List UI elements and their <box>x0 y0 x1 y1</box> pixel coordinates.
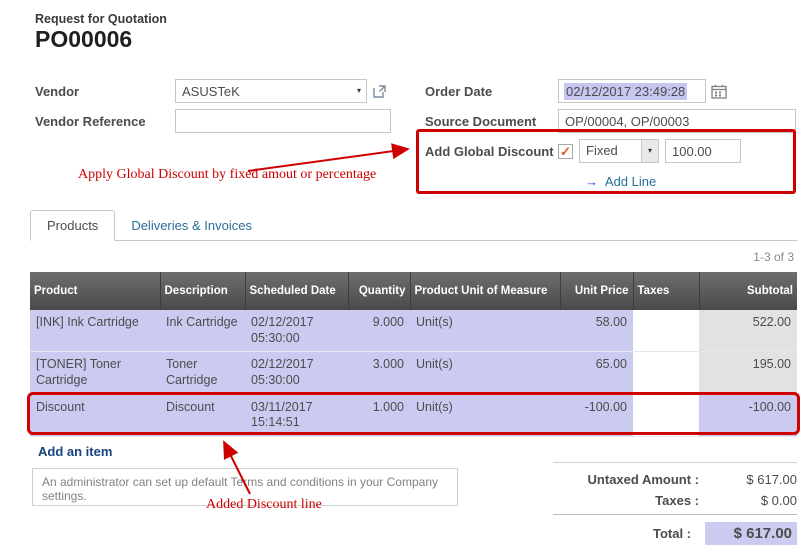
cell-uom[interactable]: Unit(s) <box>410 352 560 394</box>
cell-description[interactable]: Toner Cartridge <box>160 352 245 394</box>
col-header-uom: Product Unit of Measure <box>410 272 560 310</box>
cell-subtotal[interactable]: -100.00 <box>699 394 797 436</box>
cell-uom[interactable]: Unit(s) <box>410 310 560 352</box>
table-row-discount[interactable]: Discount Discount 03/11/2017 15:14:51 1.… <box>30 394 797 436</box>
discount-type-value: Fixed <box>580 140 641 162</box>
cell-quantity[interactable]: 1.000 <box>348 394 410 436</box>
dropdown-button[interactable]: ▾ <box>641 140 658 162</box>
vendor-select[interactable]: ASUSTeK ▾ <box>175 79 367 103</box>
cell-scheduled-date[interactable]: 03/11/2017 15:14:51 <box>245 394 348 436</box>
tab-deliveries-invoices[interactable]: Deliveries & Invoices <box>115 211 268 240</box>
annotation-text-global-discount: Apply Global Discount by fixed amout or … <box>78 167 376 183</box>
form-right-column: Order Date 02/12/2017 23:49:28 Source Do… <box>425 76 800 196</box>
cell-uom[interactable]: Unit(s) <box>410 394 560 436</box>
table-header-row: Product Description Scheduled Date Quant… <box>30 272 797 310</box>
cell-taxes[interactable] <box>633 310 699 352</box>
order-date-input[interactable]: 02/12/2017 23:49:28 <box>558 79 706 103</box>
col-header-subtotal: Subtotal <box>699 272 797 310</box>
cell-subtotal[interactable]: 522.00 <box>699 310 797 352</box>
vendor-value: ASUSTeK <box>182 84 240 99</box>
col-header-unit-price: Unit Price <box>560 272 633 310</box>
order-date-value: 02/12/2017 23:49:28 <box>564 83 687 100</box>
form-left-column: Vendor ASUSTeK ▾ Vendor Reference <box>35 76 400 136</box>
total-value: $ 617.00 <box>705 522 797 545</box>
calendar-icon[interactable] <box>711 84 727 99</box>
pager: 1-3 of 3 <box>753 250 794 264</box>
add-line-row: → Add Line <box>425 166 800 196</box>
order-date-row: Order Date 02/12/2017 23:49:28 <box>425 76 800 106</box>
cell-product[interactable]: [TONER] Toner Cartridge <box>30 352 160 394</box>
order-lines-table: Product Description Scheduled Date Quant… <box>30 272 797 467</box>
col-header-quantity: Quantity <box>348 272 410 310</box>
vendor-label: Vendor <box>35 84 175 99</box>
cell-taxes[interactable] <box>633 394 699 436</box>
source-document-label: Source Document <box>425 114 558 129</box>
discount-type-select[interactable]: Fixed ▾ <box>579 139 659 163</box>
cell-quantity[interactable]: 9.000 <box>348 310 410 352</box>
col-header-product: Product <box>30 272 160 310</box>
taxes-value: $ 0.00 <box>713 493 797 508</box>
totals-panel: Untaxed Amount : $ 617.00 Taxes : $ 0.00… <box>553 462 797 546</box>
cell-subtotal[interactable]: 195.00 <box>699 352 797 394</box>
cell-unit-price[interactable]: -100.00 <box>560 394 633 436</box>
totals-divider <box>553 514 797 515</box>
cell-product[interactable]: [INK] Ink Cartridge <box>30 310 160 352</box>
cell-description[interactable]: Ink Cartridge <box>160 310 245 352</box>
tab-products[interactable]: Products <box>30 210 115 241</box>
arrow-right-icon: → <box>585 174 598 189</box>
cell-product[interactable]: Discount <box>30 394 160 436</box>
cell-description[interactable]: Discount <box>160 394 245 436</box>
page-title: PO00006 <box>35 26 132 53</box>
global-discount-row: Add Global Discount ✓ Fixed ▾ <box>425 136 800 166</box>
global-discount-label: Add Global Discount <box>425 144 558 159</box>
global-discount-controls: ✓ Fixed ▾ <box>558 139 741 163</box>
col-header-taxes: Taxes <box>633 272 699 310</box>
total-label: Total : <box>653 526 691 541</box>
annotation-text-discount-line: Added Discount line <box>206 497 322 513</box>
global-discount-checkbox[interactable]: ✓ <box>558 144 573 159</box>
vendor-row: Vendor ASUSTeK ▾ <box>35 76 400 106</box>
table-row[interactable]: [TONER] Toner Cartridge Toner Cartridge … <box>30 352 797 394</box>
notebook-tabs: Products Deliveries & Invoices <box>30 210 797 241</box>
add-an-item-link[interactable]: Add an item <box>38 444 112 459</box>
cell-quantity[interactable]: 3.000 <box>348 352 410 394</box>
order-date-label: Order Date <box>425 84 558 99</box>
vendor-reference-row: Vendor Reference <box>35 106 400 136</box>
cell-scheduled-date[interactable]: 02/12/2017 05:30:00 <box>245 352 348 394</box>
discount-amount-input[interactable] <box>665 139 741 163</box>
vendor-reference-input[interactable] <box>175 109 391 133</box>
rfq-page: Request for Quotation PO00006 Vendor ASU… <box>0 0 810 546</box>
total-row: Total : $ 617.00 <box>553 522 797 545</box>
untaxed-amount-value: $ 617.00 <box>713 472 797 487</box>
cell-unit-price[interactable]: 58.00 <box>560 310 633 352</box>
cell-taxes[interactable] <box>633 352 699 394</box>
chevron-down-icon: ▾ <box>648 147 652 155</box>
untaxed-amount-row: Untaxed Amount : $ 617.00 <box>553 472 797 487</box>
taxes-label: Taxes : <box>655 493 699 508</box>
untaxed-amount-label: Untaxed Amount : <box>588 472 699 487</box>
cell-scheduled-date[interactable]: 02/12/2017 05:30:00 <box>245 310 348 352</box>
check-icon: ✓ <box>560 145 571 158</box>
source-document-input[interactable] <box>558 109 796 133</box>
source-document-row: Source Document <box>425 106 800 136</box>
chevron-down-icon: ▾ <box>357 87 361 95</box>
col-header-description: Description <box>160 272 245 310</box>
taxes-row: Taxes : $ 0.00 <box>553 493 797 508</box>
vendor-reference-label: Vendor Reference <box>35 114 175 129</box>
doc-type-label: Request for Quotation <box>35 12 167 26</box>
table-row[interactable]: [INK] Ink Cartridge Ink Cartridge 02/12/… <box>30 310 797 352</box>
add-line-link[interactable]: → Add Line <box>585 174 656 189</box>
col-header-scheduled-date: Scheduled Date <box>245 272 348 310</box>
cell-unit-price[interactable]: 65.00 <box>560 352 633 394</box>
external-link-icon[interactable] <box>372 84 387 99</box>
add-line-label: Add Line <box>605 174 656 189</box>
